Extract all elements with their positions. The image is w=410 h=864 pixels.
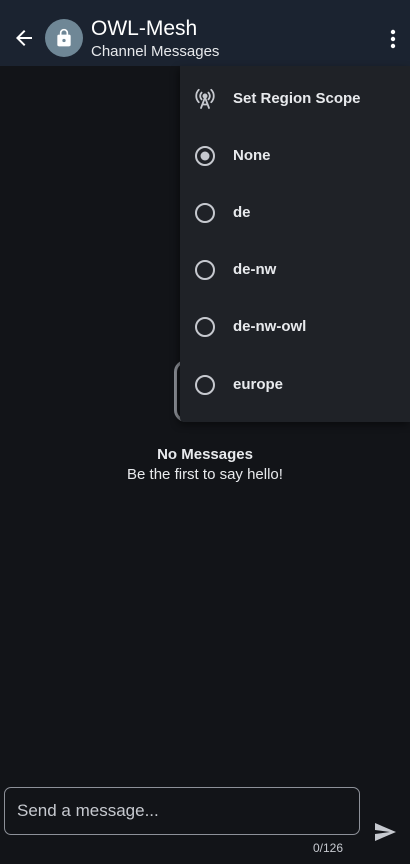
send-icon[interactable] — [372, 820, 398, 844]
menu-option-label: de-nw-owl — [233, 318, 307, 335]
more-vertical-icon[interactable] — [383, 27, 403, 51]
radio-unselected-icon — [195, 374, 215, 395]
region-scope-menu: Set Region Scope None de de-nw de-nw-owl… — [180, 66, 410, 422]
app-bar: OWL-Mesh Channel Messages — [0, 0, 410, 66]
menu-option-europe[interactable]: europe — [180, 356, 410, 413]
menu-option-none[interactable]: None — [180, 127, 410, 184]
menu-item-set-region-scope[interactable]: Set Region Scope — [180, 70, 410, 127]
character-counter: 0/126 — [313, 841, 344, 855]
radio-unselected-icon — [195, 202, 215, 223]
channel-title: OWL-Mesh — [91, 17, 198, 40]
menu-option-de[interactable]: de — [180, 184, 410, 241]
menu-option-label: de — [233, 204, 251, 221]
menu-option-de-nw-owl[interactable]: de-nw-owl — [180, 298, 410, 355]
avatar — [45, 19, 83, 57]
menu-option-label: None — [233, 147, 271, 164]
channel-subtitle: Channel Messages — [91, 43, 220, 60]
menu-title-label: Set Region Scope — [233, 90, 361, 107]
antenna-icon — [195, 88, 215, 109]
menu-option-de-nw[interactable]: de-nw — [180, 241, 410, 298]
radio-unselected-icon — [195, 259, 215, 280]
menu-option-label: de-nw — [233, 261, 277, 278]
lock-icon — [57, 28, 71, 47]
message-input[interactable] — [4, 787, 360, 835]
empty-state-subtitle: Be the first to say hello! — [127, 466, 283, 483]
empty-state-title: No Messages — [157, 446, 253, 463]
menu-option-label: europe — [233, 376, 284, 393]
radio-selected-icon — [195, 145, 215, 166]
radio-unselected-icon — [195, 316, 215, 337]
arrow-left-icon[interactable] — [12, 26, 36, 50]
